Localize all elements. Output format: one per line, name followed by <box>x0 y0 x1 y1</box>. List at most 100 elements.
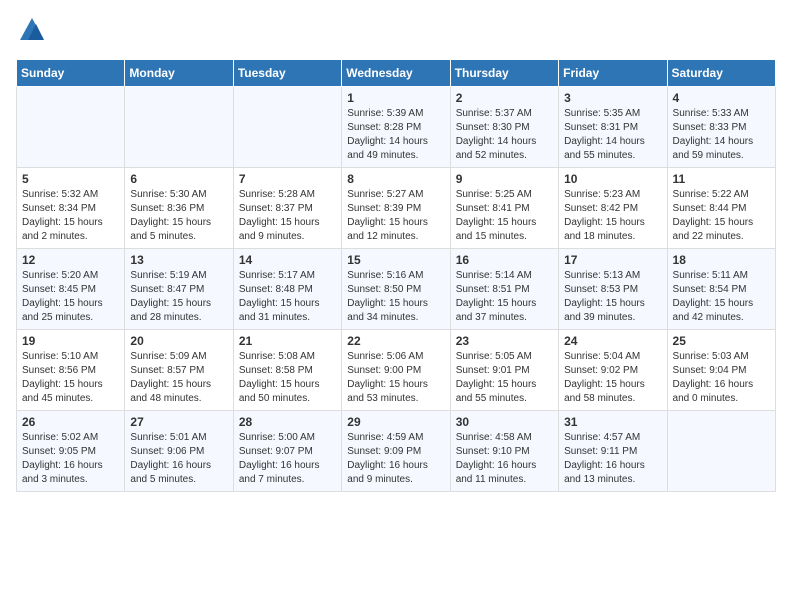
header-day-sunday: Sunday <box>17 60 125 87</box>
week-row-4: 19 Sunrise: 5:10 AM Sunset: 8:56 PM Dayli… <box>17 330 776 411</box>
day-info: Sunrise: 5:11 AM Sunset: 8:54 PM Dayligh… <box>673 269 770 325</box>
day-info: Sunrise: 5:14 AM Sunset: 8:51 PM Dayligh… <box>456 269 553 325</box>
day-number: 6 <box>130 172 227 186</box>
calendar-cell: 28Sunrise: 5:00 AM Sunset: 9:07 PM Dayli… <box>233 411 341 492</box>
day-number: 8 <box>347 172 444 186</box>
day-info: Sunrise: 5:10 AM Sunset: 8:56 PM Dayligh… <box>22 350 119 406</box>
day-info: Sunrise: 4:59 AM Sunset: 9:09 PM Dayligh… <box>347 431 444 487</box>
calendar-cell: 2Sunrise: 5:37 AM Sunset: 8:30 PM Daylig… <box>450 87 558 168</box>
calendar-cell: 19 Sunrise: 5:10 AM Sunset: 8:56 PM Dayli… <box>17 330 125 411</box>
day-number: 7 <box>239 172 336 186</box>
day-number: 20 <box>130 334 227 348</box>
calendar-cell: 29 Sunrise: 4:59 AM Sunset: 9:09 PM Dayli… <box>342 411 450 492</box>
day-info: Sunrise: 5:02 AM Sunset: 9:05 PM Dayligh… <box>22 431 119 487</box>
day-number: 19 <box>22 334 119 348</box>
calendar-cell: 9 Sunrise: 5:25 AM Sunset: 8:41 PM Daylig… <box>450 168 558 249</box>
week-row-3: 12Sunrise: 5:20 AM Sunset: 8:45 PM Dayli… <box>17 249 776 330</box>
day-number: 11 <box>673 172 770 186</box>
calendar-cell: 20Sunrise: 5:09 AM Sunset: 8:57 PM Dayli… <box>125 330 233 411</box>
day-info: Sunrise: 5:35 AM Sunset: 8:31 PM Dayligh… <box>564 107 661 163</box>
calendar-cell <box>667 411 775 492</box>
day-info: Sunrise: 5:06 AM Sunset: 9:00 PM Dayligh… <box>347 350 444 406</box>
calendar-body: 1 Sunrise: 5:39 AM Sunset: 8:28 PM Daylig… <box>17 87 776 492</box>
day-number: 29 <box>347 415 444 429</box>
week-row-2: 5Sunrise: 5:32 AM Sunset: 8:34 PM Daylig… <box>17 168 776 249</box>
calendar-cell <box>233 87 341 168</box>
day-info: Sunrise: 5:22 AM Sunset: 8:44 PM Dayligh… <box>673 188 770 244</box>
calendar-cell: 17 Sunrise: 5:13 AM Sunset: 8:53 PM Dayli… <box>559 249 667 330</box>
calendar-cell: 31 Sunrise: 4:57 AM Sunset: 9:11 PM Dayli… <box>559 411 667 492</box>
day-number: 31 <box>564 415 661 429</box>
calendar-cell: 4 Sunrise: 5:33 AM Sunset: 8:33 PM Daylig… <box>667 87 775 168</box>
day-info: Sunrise: 4:58 AM Sunset: 9:10 PM Dayligh… <box>456 431 553 487</box>
logo-icon <box>18 16 46 44</box>
day-number: 3 <box>564 91 661 105</box>
calendar-cell: 12Sunrise: 5:20 AM Sunset: 8:45 PM Dayli… <box>17 249 125 330</box>
calendar-table: SundayMondayTuesdayWednesdayThursdayFrid… <box>16 59 776 492</box>
calendar-cell: 5Sunrise: 5:32 AM Sunset: 8:34 PM Daylig… <box>17 168 125 249</box>
header-day-monday: Monday <box>125 60 233 87</box>
calendar-cell: 25 Sunrise: 5:03 AM Sunset: 9:04 PM Dayli… <box>667 330 775 411</box>
calendar-cell: 14Sunrise: 5:17 AM Sunset: 8:48 PM Dayli… <box>233 249 341 330</box>
day-info: Sunrise: 5:30 AM Sunset: 8:36 PM Dayligh… <box>130 188 227 244</box>
day-info: Sunrise: 5:03 AM Sunset: 9:04 PM Dayligh… <box>673 350 770 406</box>
day-info: Sunrise: 5:28 AM Sunset: 8:37 PM Dayligh… <box>239 188 336 244</box>
day-number: 26 <box>22 415 119 429</box>
calendar-header: SundayMondayTuesdayWednesdayThursdayFrid… <box>17 60 776 87</box>
day-info: Sunrise: 5:16 AM Sunset: 8:50 PM Dayligh… <box>347 269 444 325</box>
calendar-cell <box>125 87 233 168</box>
day-number: 9 <box>456 172 553 186</box>
day-number: 24 <box>564 334 661 348</box>
calendar-cell: 13Sunrise: 5:19 AM Sunset: 8:47 PM Dayli… <box>125 249 233 330</box>
day-info: Sunrise: 5:20 AM Sunset: 8:45 PM Dayligh… <box>22 269 119 325</box>
day-info: Sunrise: 5:37 AM Sunset: 8:30 PM Dayligh… <box>456 107 553 163</box>
week-row-1: 1 Sunrise: 5:39 AM Sunset: 8:28 PM Daylig… <box>17 87 776 168</box>
day-number: 23 <box>456 334 553 348</box>
day-number: 25 <box>673 334 770 348</box>
calendar-cell: 11 Sunrise: 5:22 AM Sunset: 8:44 PM Dayli… <box>667 168 775 249</box>
day-number: 1 <box>347 91 444 105</box>
day-info: Sunrise: 5:32 AM Sunset: 8:34 PM Dayligh… <box>22 188 119 244</box>
day-number: 27 <box>130 415 227 429</box>
day-info: Sunrise: 5:39 AM Sunset: 8:28 PM Dayligh… <box>347 107 444 163</box>
day-info: Sunrise: 5:08 AM Sunset: 8:58 PM Dayligh… <box>239 350 336 406</box>
calendar-cell <box>17 87 125 168</box>
day-number: 16 <box>456 253 553 267</box>
day-number: 14 <box>239 253 336 267</box>
calendar-cell: 27 Sunrise: 5:01 AM Sunset: 9:06 PM Dayli… <box>125 411 233 492</box>
logo <box>16 16 46 49</box>
day-number: 10 <box>564 172 661 186</box>
day-number: 15 <box>347 253 444 267</box>
day-number: 17 <box>564 253 661 267</box>
header-day-thursday: Thursday <box>450 60 558 87</box>
day-info: Sunrise: 5:27 AM Sunset: 8:39 PM Dayligh… <box>347 188 444 244</box>
calendar-cell: 16 Sunrise: 5:14 AM Sunset: 8:51 PM Dayli… <box>450 249 558 330</box>
day-number: 30 <box>456 415 553 429</box>
calendar-cell: 30 Sunrise: 4:58 AM Sunset: 9:10 PM Dayli… <box>450 411 558 492</box>
header-day-saturday: Saturday <box>667 60 775 87</box>
day-info: Sunrise: 5:05 AM Sunset: 9:01 PM Dayligh… <box>456 350 553 406</box>
calendar-cell: 8 Sunrise: 5:27 AM Sunset: 8:39 PM Daylig… <box>342 168 450 249</box>
calendar-cell: 23 Sunrise: 5:05 AM Sunset: 9:01 PM Dayli… <box>450 330 558 411</box>
calendar-cell: 18 Sunrise: 5:11 AM Sunset: 8:54 PM Dayli… <box>667 249 775 330</box>
week-row-5: 26 Sunrise: 5:02 AM Sunset: 9:05 PM Dayli… <box>17 411 776 492</box>
header <box>16 16 776 49</box>
day-info: Sunrise: 5:04 AM Sunset: 9:02 PM Dayligh… <box>564 350 661 406</box>
day-info: Sunrise: 5:00 AM Sunset: 9:07 PM Dayligh… <box>239 431 336 487</box>
day-number: 4 <box>673 91 770 105</box>
calendar-cell: 1 Sunrise: 5:39 AM Sunset: 8:28 PM Daylig… <box>342 87 450 168</box>
day-info: Sunrise: 5:23 AM Sunset: 8:42 PM Dayligh… <box>564 188 661 244</box>
day-number: 21 <box>239 334 336 348</box>
day-number: 18 <box>673 253 770 267</box>
calendar-cell: 21 Sunrise: 5:08 AM Sunset: 8:58 PM Dayli… <box>233 330 341 411</box>
day-info: Sunrise: 5:01 AM Sunset: 9:06 PM Dayligh… <box>130 431 227 487</box>
calendar-cell: 24 Sunrise: 5:04 AM Sunset: 9:02 PM Dayli… <box>559 330 667 411</box>
day-info: Sunrise: 5:25 AM Sunset: 8:41 PM Dayligh… <box>456 188 553 244</box>
header-day-friday: Friday <box>559 60 667 87</box>
day-info: Sunrise: 5:13 AM Sunset: 8:53 PM Dayligh… <box>564 269 661 325</box>
header-row: SundayMondayTuesdayWednesdayThursdayFrid… <box>17 60 776 87</box>
calendar-cell: 10 Sunrise: 5:23 AM Sunset: 8:42 PM Dayli… <box>559 168 667 249</box>
day-info: Sunrise: 4:57 AM Sunset: 9:11 PM Dayligh… <box>564 431 661 487</box>
day-info: Sunrise: 5:33 AM Sunset: 8:33 PM Dayligh… <box>673 107 770 163</box>
header-day-wednesday: Wednesday <box>342 60 450 87</box>
